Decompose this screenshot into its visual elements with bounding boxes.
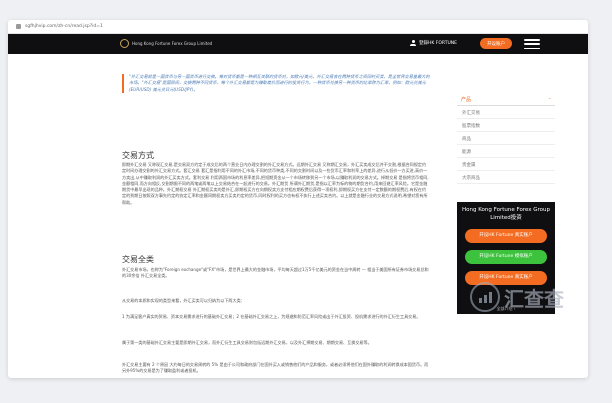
login-label: 登錄HK FORTUNE [419,41,457,46]
lock-icon [16,24,21,29]
watermark: 汇查查 [470,282,564,312]
open-real-account-button[interactable]: 开设HK Fortune 真实账户 [465,229,547,243]
brand-logo[interactable]: Hong Kong Fortune Forex Group Limited [120,39,212,48]
top-navigation: Hong Kong Fortune Forex Group Limited 登錄… [8,34,588,54]
product-sidebar: 产品 – 外汇交易 股票指数 商品 能源 贵金属 大宗商品 [457,94,555,184]
hamburger-menu-icon[interactable] [524,37,540,51]
user-icon [410,40,416,46]
section-heading-trading-methods: 交易方式 [122,151,154,160]
browser-window: sgfhjhvip.com/zh-cn/read.jsp?id=1 Hong K… [8,20,588,378]
section-heading-trading-types: 交易全类 [122,255,154,264]
promo-title: Hong Kong Fortune Forex Group Limited投资 [461,207,550,221]
sidebar-item-energy[interactable]: 能源 [457,145,555,158]
section-paragraph-4: 属于第一类的基础外汇交易主要是即期外汇交易，而外汇衍生工具交易则包括远期外汇交易… [122,340,372,345]
minus-icon: – [548,96,552,102]
open-demo-account-button[interactable]: 开设HK Fortune 模拟账户 [465,250,547,264]
sidebar-title-label: 产品 [461,97,472,103]
logo-icon [120,39,129,48]
sidebar-item-bulk-commodities[interactable]: 大宗商品 [457,171,555,184]
section-paragraph-3: 1 为满足客户真实的贸易、资本交易需求进行的基础外汇交易；2 在基础外汇交易之上… [122,314,421,319]
watermark-text: 汇查查 [504,286,564,311]
open-account-button[interactable]: 开设账户 [480,38,512,49]
sidebar-item-commodities[interactable]: 商品 [457,132,555,145]
address-bar[interactable]: sgfhjhvip.com/zh-cn/read.jsp?id=1 [8,20,588,34]
section-paragraph-2: 从交易的本质和实现的类型来看，外汇买卖可以归纳为以下两大类： [122,298,245,303]
watermark-logo-icon [470,282,500,312]
sidebar-item-precious-metals[interactable]: 贵金属 [457,158,555,171]
sidebar-item-forex[interactable]: 外汇交易 [457,106,555,119]
sidebar-item-stock-index[interactable]: 股票指数 [457,119,555,132]
url-text[interactable]: sgfhjhvip.com/zh-cn/read.jsp?id=1 [25,24,103,29]
login-link[interactable]: 登錄HK FORTUNE [410,40,457,46]
section-paragraph-trading-methods: 即期外汇交易 又称现汇交易,是交易双方约定于成交后的两个营业日内办理交割的外汇交… [122,162,429,205]
sidebar-title[interactable]: 产品 – [457,94,555,106]
intro-quote: "外汇交易就是一国货币与另一国货币进行交换。每对货币都是一种相互关联的货币对，如… [122,74,432,93]
section-paragraph-1: 外汇交易市场，也称为"Foreign exchange"或"FX"市场，是世界上… [122,267,429,279]
brand-name: Hong Kong Fortune Forex Group Limited [132,41,213,46]
section-paragraph-5: 外汇交易主要有 2 个原因 大约每日的交易周转的 5% 是由于公司和政府部门在国… [122,362,429,374]
